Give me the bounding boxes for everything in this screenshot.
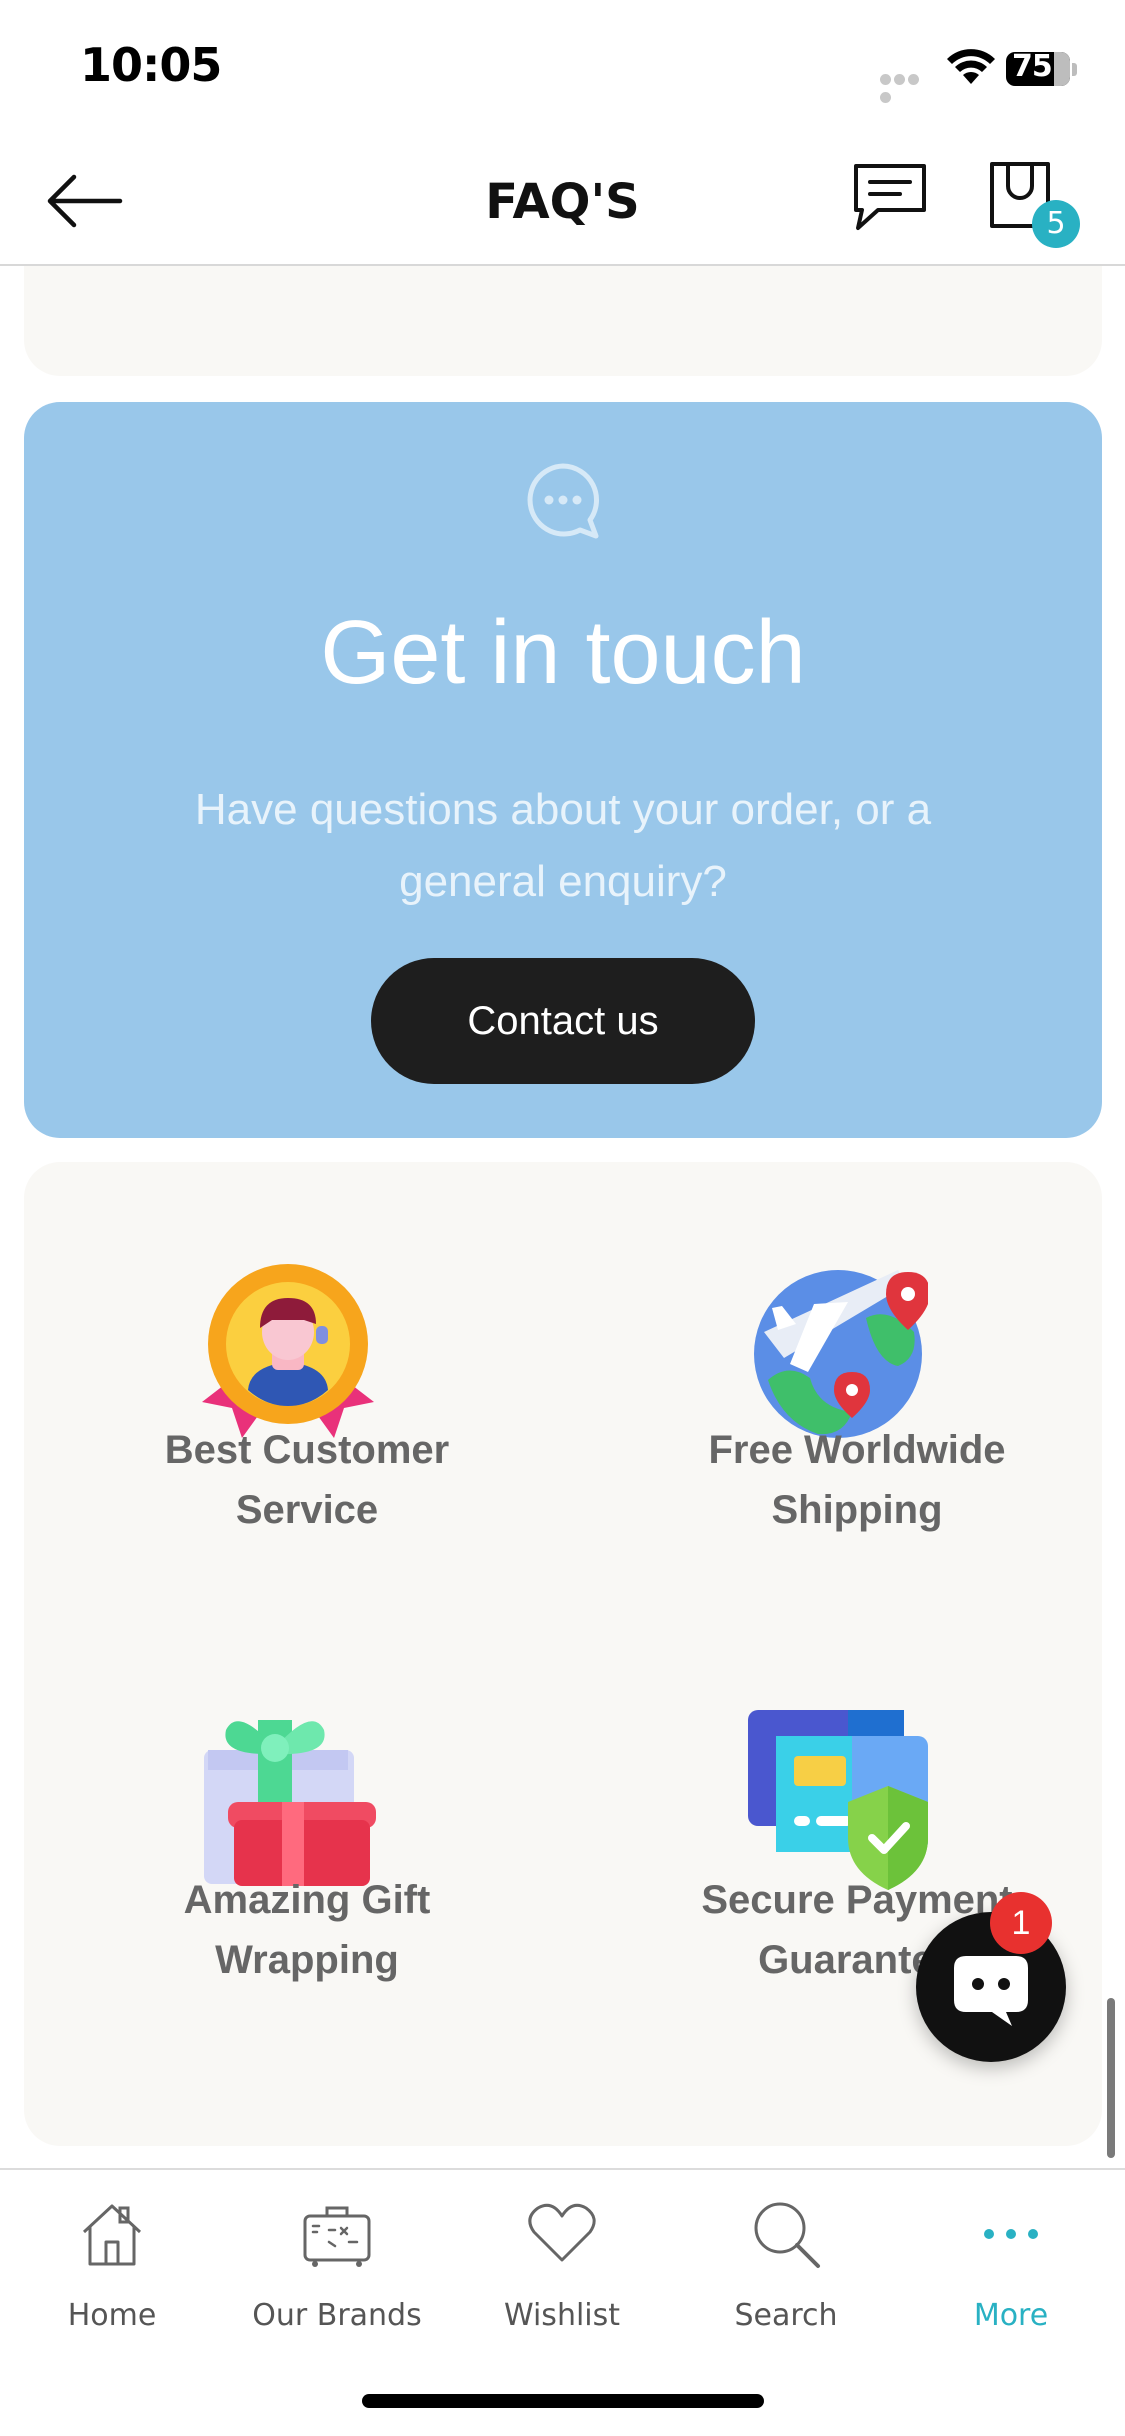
home-indicator	[362, 2394, 764, 2408]
tab-label: Search	[734, 2298, 838, 2333]
tab-label: Home	[67, 2298, 157, 2333]
contact-title: Get in touch	[320, 603, 806, 703]
heart-icon	[528, 2203, 596, 2262]
home-icon	[82, 2204, 142, 2266]
status-bar: 10:05 75	[0, 0, 1125, 140]
battery-level: 75	[1012, 49, 1053, 84]
feature-label: Free Worldwide Shipping	[708, 1428, 1006, 1532]
scrollbar[interactable]	[1107, 1998, 1115, 2158]
globe-plane-icon	[754, 1270, 928, 1438]
arrow-left-icon	[47, 174, 123, 228]
tab-label: Wishlist	[503, 2298, 621, 2333]
cellular-signal-icon	[880, 72, 934, 103]
tab-home[interactable]: Home	[12, 2198, 212, 2338]
secure-card-shield-icon	[748, 1710, 928, 1890]
app-header: FAQ'S 5	[0, 140, 1125, 266]
messages-button[interactable]	[850, 160, 930, 236]
wifi-icon	[947, 49, 995, 84]
tab-label: Our Brands	[252, 2298, 422, 2333]
chat-bubble-icon	[527, 463, 599, 539]
suitcase-icon	[303, 2206, 371, 2267]
status-time: 10:05	[80, 38, 222, 92]
cart-button[interactable]: 5	[984, 156, 1080, 252]
cart-count-badge: 5	[1032, 200, 1080, 248]
feature-label: Amazing Gift Wrapping	[183, 1878, 431, 1982]
search-icon	[754, 2202, 820, 2268]
contact-us-button[interactable]: Contact us	[371, 958, 755, 1084]
gift-box-icon	[204, 1720, 376, 1886]
tab-search[interactable]: Search	[686, 2198, 886, 2338]
faq-card	[24, 266, 1102, 376]
tab-label: More	[973, 2298, 1049, 2333]
back-button[interactable]	[46, 166, 126, 236]
battery-icon: 75	[1006, 48, 1077, 88]
more-dots-icon	[984, 2229, 1038, 2239]
contact-card: Get in touch Have questions about your o…	[24, 402, 1102, 1138]
contact-subtitle: Have questions about your order, or a ge…	[194, 785, 932, 906]
tab-wishlist[interactable]: Wishlist	[462, 2198, 662, 2338]
award-medal-icon	[202, 1264, 374, 1438]
chat-unread-badge: 1	[990, 1892, 1052, 1954]
feature-label: Best Customer Service	[164, 1428, 450, 1532]
message-icon	[854, 164, 926, 230]
tab-our-brands[interactable]: Our Brands	[237, 2198, 437, 2338]
page-title: FAQ'S	[485, 174, 640, 230]
tab-more[interactable]: More	[911, 2198, 1111, 2338]
